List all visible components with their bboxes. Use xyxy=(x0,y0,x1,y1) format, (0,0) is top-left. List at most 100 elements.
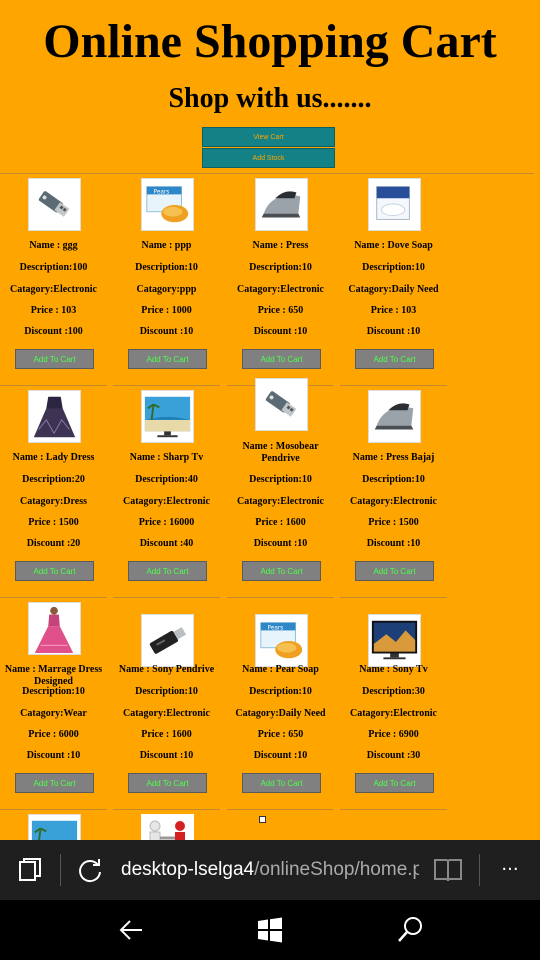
product-name: Name : Mosobear Pendrive xyxy=(242,441,319,464)
product-card: Name : Press Bajaj Description:10 Catago… xyxy=(340,386,447,598)
product-card: Name : Marrage Dress Designed Descriptio… xyxy=(0,598,107,810)
add-to-cart-button[interactable]: Add To Cart xyxy=(15,773,94,793)
product-price: Price : 6000 xyxy=(28,729,79,740)
tabs-icon[interactable] xyxy=(18,858,42,882)
pendrive-icon[interactable] xyxy=(141,614,194,667)
product-discount: Discount :40 xyxy=(139,538,194,549)
soap-box-icon[interactable]: Pears xyxy=(255,614,308,667)
product-card: Name : Press Description:10 Catagory:Ele… xyxy=(227,174,334,386)
product-name: Name : Sony Pendrive xyxy=(118,664,215,675)
product-name: Name : Marrage Dress Designed xyxy=(4,664,103,687)
product-description: Description:40 xyxy=(135,474,198,485)
add-stock-button[interactable]: Add Stock xyxy=(202,148,335,168)
product-category: Catagory:Electronic xyxy=(122,496,210,507)
product-discount: Discount :10 xyxy=(366,326,421,337)
product-row: Name : Lady Dress Description:20 Catagor… xyxy=(0,378,448,598)
product-grid: Name : ggg Description:100 Catagory:Elec… xyxy=(0,174,448,840)
gown-icon[interactable] xyxy=(28,602,81,655)
product-discount: Discount :100 xyxy=(24,326,83,337)
site-subtitle: Shop with us....... xyxy=(168,83,372,114)
product-card: Name : Dove Soap Description:10 Catagory… xyxy=(340,174,447,386)
product-discount: Discount :20 xyxy=(26,538,81,549)
view-cart-button[interactable]: View Cart xyxy=(202,127,335,147)
search-icon[interactable] xyxy=(396,916,424,944)
product-card: Name : ggg Description:100 Catagory:Elec… xyxy=(0,174,107,386)
add-to-cart-button[interactable]: Add To Cart xyxy=(355,773,434,793)
product-discount: Discount :10 xyxy=(139,326,194,337)
add-to-cart-button[interactable]: Add To Cart xyxy=(355,561,434,581)
product-category: Catagory:Daily Need xyxy=(348,284,439,295)
separator xyxy=(479,854,480,886)
soap-box-icon[interactable]: Pears xyxy=(141,178,194,231)
product-card: Pears Name : ppp Description:10 Catagory… xyxy=(113,174,220,386)
product-card: Name : Sony Pendrive Description:10 Cata… xyxy=(113,598,220,810)
reading-view-icon[interactable] xyxy=(433,857,463,883)
product-category: Catagory:Electronic xyxy=(9,284,97,295)
dress-icon[interactable] xyxy=(28,390,81,443)
product-description: Description:10 xyxy=(249,474,312,485)
usb-drive-icon[interactable] xyxy=(255,378,308,431)
product-price: Price : 1000 xyxy=(141,305,192,316)
product-description: Description:10 xyxy=(249,262,312,273)
product-category: Catagory:Electronic xyxy=(236,496,324,507)
system-nav-bar xyxy=(0,900,540,960)
product-description: Description:20 xyxy=(22,474,85,485)
more-options-icon[interactable]: ··· xyxy=(498,858,522,882)
shop-page: Online Shopping Cart Shop with us.......… xyxy=(0,0,540,840)
product-card: Name : Sony Tv Description:30 Catagory:E… xyxy=(340,598,447,810)
product-price: Price : 6900 xyxy=(368,729,419,740)
beach-tv-icon[interactable] xyxy=(28,814,81,840)
iron-icon[interactable] xyxy=(255,178,308,231)
windows-start-icon[interactable] xyxy=(256,916,284,944)
product-price: Price : 103 xyxy=(370,305,417,316)
product-description: Description:10 xyxy=(135,262,198,273)
url-host: desktop-lselga4 xyxy=(121,859,255,880)
product-card: Name : Lady Dress Description:20 Catagor… xyxy=(0,386,107,598)
product-name: Name : ppp xyxy=(141,240,192,251)
url-field[interactable]: desktop-lselga4/onlineShop/home.p xyxy=(121,858,419,882)
product-name: Name : Sony Tv xyxy=(359,664,428,675)
product-discount: Discount :10 xyxy=(253,326,308,337)
add-to-cart-button[interactable]: Add To Cart xyxy=(242,773,321,793)
product-category: Catagory:Daily Need xyxy=(235,708,326,719)
product-description: Description:10 xyxy=(362,262,425,273)
product-discount: Discount :10 xyxy=(366,538,421,549)
add-to-cart-button[interactable]: Add To Cart xyxy=(242,561,321,581)
product-card xyxy=(0,810,107,840)
product-category: Catagory:Electronic xyxy=(349,708,437,719)
back-icon[interactable] xyxy=(117,916,145,944)
dove-soap-icon[interactable] xyxy=(368,178,421,231)
product-price: Price : 16000 xyxy=(138,517,195,528)
product-category: Catagory:ppp xyxy=(136,284,197,295)
product-card: Name : Mosobear Pendrive Description:10 … xyxy=(227,378,334,598)
product-price: Price : 1600 xyxy=(141,729,192,740)
product-price: Price : 103 xyxy=(30,305,77,316)
product-card: Pears Name : Pear Soap Description:10 Ca… xyxy=(227,598,334,810)
tv-icon[interactable] xyxy=(368,614,421,667)
site-title: Online Shopping Cart xyxy=(43,15,497,68)
iron-icon[interactable] xyxy=(368,390,421,443)
product-name: Name : Dove Soap xyxy=(354,240,433,251)
add-to-cart-button[interactable]: Add To Cart xyxy=(128,773,207,793)
add-to-cart-button[interactable]: Add To Cart xyxy=(128,349,207,369)
product-description: Description:30 xyxy=(362,686,425,697)
add-to-cart-button[interactable]: Add To Cart xyxy=(355,349,434,369)
product-category: Catagory:Electronic xyxy=(236,284,324,295)
usb-drive-icon[interactable] xyxy=(28,178,81,231)
product-row xyxy=(0,810,448,840)
handshake-icon[interactable] xyxy=(141,814,194,840)
refresh-icon[interactable] xyxy=(76,856,104,884)
product-category: Catagory:Electronic xyxy=(122,708,210,719)
svg-text:Pears: Pears xyxy=(268,625,284,631)
url-path: /onlineShop/home.p xyxy=(254,859,419,880)
add-to-cart-button[interactable]: Add To Cart xyxy=(128,561,207,581)
add-to-cart-button[interactable]: Add To Cart xyxy=(242,349,321,369)
product-name: Name : Press xyxy=(252,240,309,251)
product-price: Price : 1600 xyxy=(255,517,306,528)
add-to-cart-button[interactable]: Add To Cart xyxy=(15,349,94,369)
add-to-cart-button[interactable]: Add To Cart xyxy=(15,561,94,581)
product-price: Price : 650 xyxy=(257,305,304,316)
beach-tv-icon[interactable] xyxy=(141,390,194,443)
product-description: Description:10 xyxy=(22,686,85,697)
product-category: Catagory:Electronic xyxy=(349,496,437,507)
